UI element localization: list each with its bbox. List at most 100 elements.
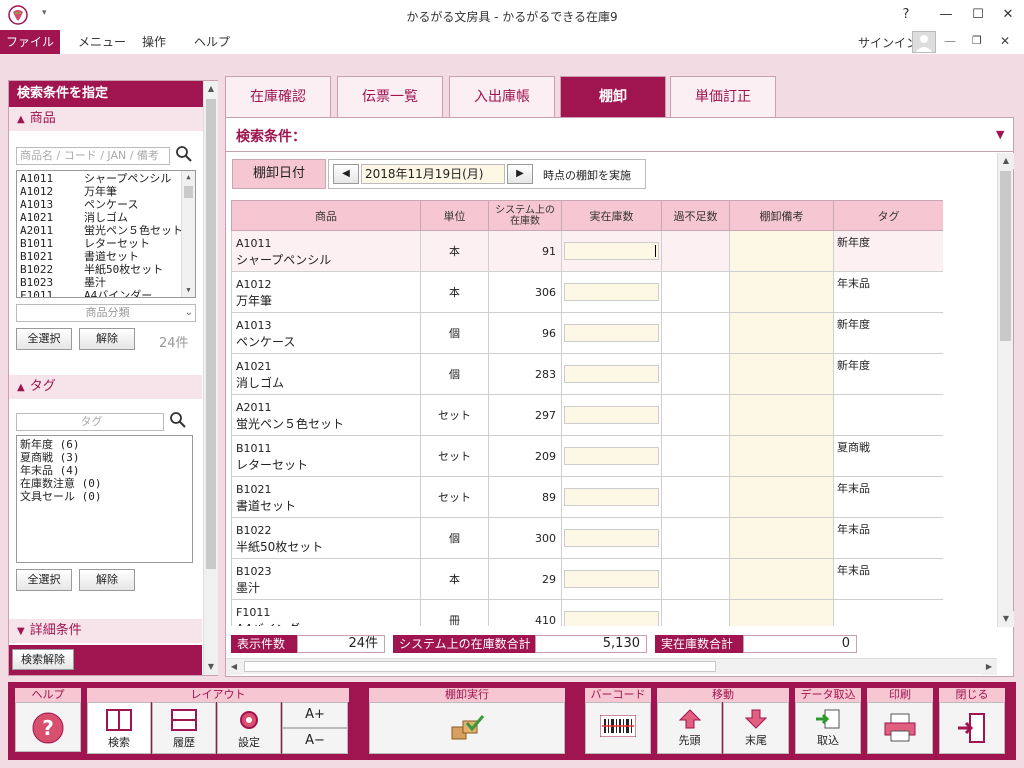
tag-list-item[interactable]: 夏商戦 (3) (20, 451, 192, 464)
table-row[interactable]: B1011 レターセット セット 209 夏商戦 (231, 435, 943, 477)
date-value[interactable]: 2018年11月19日(月) (361, 164, 505, 184)
product-section-header[interactable]: ▲ 商品 (9, 107, 217, 131)
minimize-button[interactable]: — (934, 4, 958, 26)
product-list-item[interactable]: B1023 墨汁 (20, 276, 195, 289)
product-list-item[interactable]: B1022 半紙50枚セット (20, 263, 195, 276)
font-size-down-button[interactable]: A− (282, 728, 348, 754)
caret-down-icon[interactable]: ▼ (996, 128, 1004, 141)
col-header-tag[interactable]: タグ (833, 200, 943, 231)
signin-link[interactable]: サインイン (858, 34, 918, 51)
table-row[interactable]: A1012 万年筆 本 306 年末品 (231, 271, 943, 313)
table-row[interactable]: B1023 墨汁 本 29 年末品 (231, 558, 943, 600)
product-list-item[interactable]: A1021 消しゴム (20, 211, 195, 224)
col-header-product[interactable]: 商品 (231, 200, 421, 231)
col-header-memo[interactable]: 棚卸備考 (729, 200, 834, 231)
memo-cell[interactable] (729, 517, 834, 559)
table-row[interactable]: B1021 書道セット セット 89 年末品 (231, 476, 943, 518)
actual-qty-input[interactable] (564, 488, 659, 506)
close-app-button[interactable] (939, 702, 1005, 754)
product-list-item[interactable]: A1011 シャープペンシル (20, 172, 195, 185)
left-panel-scrollbar[interactable]: ▲ ▼ (203, 81, 218, 675)
memo-cell[interactable] (729, 353, 834, 395)
grid-vertical-scrollbar[interactable]: ▲ ▼ (997, 153, 1014, 627)
memo-cell[interactable] (729, 394, 834, 436)
actual-qty-input[interactable] (564, 570, 659, 588)
tag-search-input[interactable]: タグ (16, 413, 164, 431)
tag-list-item[interactable]: 文具セール (0) (20, 490, 192, 503)
col-header-system-qty[interactable]: システム上の在庫数 (488, 200, 562, 231)
tab-stock-check[interactable]: 在庫確認 (225, 76, 331, 117)
product-list-item[interactable]: B1021 書道セット (20, 250, 195, 263)
date-prev-button[interactable]: ◀ (333, 164, 359, 184)
table-row[interactable]: A1021 消しゴム 個 283 新年度 (231, 353, 943, 395)
col-header-actual-qty[interactable]: 実在庫数 (561, 200, 662, 231)
reset-search-button[interactable]: 検索解除 (12, 649, 74, 670)
table-row[interactable]: A1011 シャープペンシル 本 91 新年度 (231, 230, 943, 272)
layout-search-button[interactable]: 検索 (87, 702, 151, 754)
product-list-item[interactable]: F1011 A4バインダー (20, 289, 195, 297)
tab-slip-list[interactable]: 伝票一覧 (337, 76, 443, 117)
actual-qty-input[interactable] (564, 365, 659, 383)
date-next-button[interactable]: ▶ (507, 164, 533, 184)
product-clear-button[interactable]: 解除 (79, 328, 135, 350)
actual-qty-input[interactable] (564, 447, 659, 465)
product-category-select[interactable]: 商品分類 ⌄ (16, 304, 196, 322)
tag-list-item[interactable]: 新年度 (6) (20, 438, 192, 451)
memo-cell[interactable] (729, 599, 834, 626)
table-row[interactable]: B1022 半紙50枚セット 個 300 年末品 (231, 517, 943, 559)
table-row[interactable]: A2011 蛍光ペン５色セット セット 297 (231, 394, 943, 436)
memo-cell[interactable] (729, 435, 834, 477)
detail-section-header[interactable]: ▼ 詳細条件 (9, 619, 202, 643)
col-header-unit[interactable]: 単位 (420, 200, 489, 231)
close-button[interactable]: ✕ (996, 4, 1020, 26)
ribbon-close-icon[interactable]: ✕ (1000, 34, 1010, 48)
tab-inventory-count[interactable]: 棚卸 (560, 76, 666, 117)
actual-qty-input[interactable] (564, 242, 659, 260)
product-search-input[interactable]: 商品名 / コード / JAN / 備考 (16, 147, 170, 165)
tab-price-correction[interactable]: 単価訂正 (670, 76, 776, 117)
product-list-item[interactable]: A1012 万年筆 (20, 185, 195, 198)
memo-cell[interactable] (729, 476, 834, 518)
user-avatar-icon[interactable] (912, 31, 936, 53)
product-list-item[interactable]: A2011 蛍光ペン５色セット (20, 224, 195, 237)
barcode-button[interactable] (585, 702, 651, 754)
actual-qty-input[interactable] (564, 406, 659, 424)
product-list-item[interactable]: A1013 ペンケース (20, 198, 195, 211)
search-conditions-bar[interactable]: 検索条件： ▼ (226, 118, 1013, 152)
layout-history-button[interactable]: 履歴 (152, 702, 216, 754)
execute-inventory-button[interactable] (369, 702, 565, 754)
menu-file[interactable]: ファイル (0, 30, 60, 54)
col-header-diff[interactable]: 過不足数 (661, 200, 730, 231)
font-size-up-button[interactable]: A+ (282, 702, 348, 728)
memo-cell[interactable] (729, 558, 834, 600)
table-row[interactable]: F1011 A4バインダー冊410 (231, 599, 943, 626)
actual-qty-input[interactable] (564, 529, 659, 547)
product-search-icon[interactable] (175, 145, 195, 165)
actual-qty-input[interactable] (564, 611, 659, 626)
layout-settings-button[interactable]: 設定 (217, 702, 281, 754)
grid-horizontal-scrollbar[interactable]: ◀ ▶ (226, 658, 997, 675)
print-button[interactable] (867, 702, 933, 754)
product-select-all-button[interactable]: 全選択 (16, 328, 72, 350)
product-listbox[interactable]: A1011 シャープペンシル A1012 万年筆 A1013 ペンケース A1021 消しゴム… (16, 170, 196, 298)
tag-search-icon[interactable] (169, 411, 189, 431)
menu-operation[interactable]: 操作 (128, 30, 180, 54)
tab-in-out-ledger[interactable]: 入出庫帳 (449, 76, 555, 117)
import-button[interactable]: 取込 (795, 702, 861, 754)
memo-cell[interactable] (729, 271, 834, 313)
actual-qty-input[interactable] (564, 283, 659, 301)
ribbon-restore-icon[interactable]: ❐ (972, 34, 982, 47)
product-list-item[interactable]: B1011 レターセット (20, 237, 195, 250)
move-last-button[interactable]: 末尾 (723, 702, 789, 754)
help-window-button[interactable]: ? (894, 4, 918, 26)
tag-select-all-button[interactable]: 全選択 (16, 569, 72, 591)
actual-qty-input[interactable] (564, 324, 659, 342)
table-row[interactable]: A1013 ペンケース 個 96 新年度 (231, 312, 943, 354)
menu-help[interactable]: ヘルプ (180, 30, 244, 54)
tag-list-item[interactable]: 在庫数注意 (0) (20, 477, 192, 490)
product-list-scrollbar[interactable]: ▲ ▼ (181, 171, 195, 297)
ribbon-minimize-icon[interactable]: — (944, 34, 956, 48)
tag-listbox[interactable]: 新年度 (6) 夏商戦 (3) 年末品 (4) 在庫数注意 (0) 文具セール (0) (16, 435, 193, 563)
memo-cell[interactable] (729, 312, 834, 354)
help-button[interactable]: ? (15, 702, 81, 752)
